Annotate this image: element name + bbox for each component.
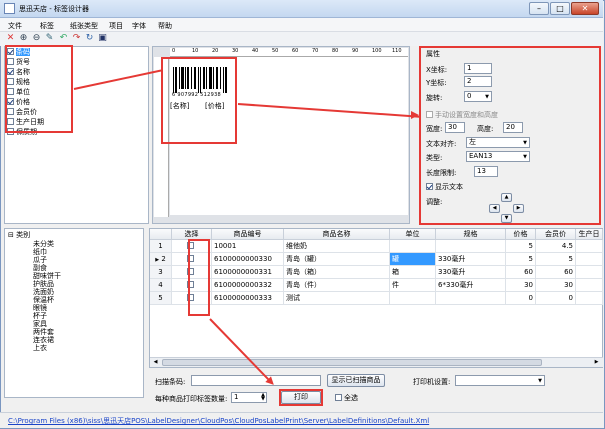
highlight-box-barcode <box>161 57 237 144</box>
product-grid: 选择 商品编号 商品名称 单位 规格 价格 会员价 生产日 1 10001 维他… <box>149 228 603 368</box>
scrollbar-thumb[interactable] <box>162 359 542 366</box>
ruler-mark: 110 <box>392 48 402 54</box>
save-icon[interactable]: ▣ <box>97 33 108 44</box>
maximize-button[interactable]: □ <box>550 2 570 15</box>
tree-item[interactable]: 保温杯 <box>33 296 54 304</box>
tree-root[interactable]: ⊟ 类别 <box>8 231 30 239</box>
copies-label: 每种商品打印标签数量: <box>155 395 228 403</box>
category-tree: ⊟ 类别 未分类 纸巾 瓜子 副食 甜味饼干 护肤品 洗面奶 保温杯 眼镜 杯子… <box>4 228 144 398</box>
tree-item[interactable]: 眼镜 <box>33 304 47 312</box>
copies-input[interactable]: 1 ▲ ▼ <box>231 392 267 403</box>
status-bar: C:\Program Files (x86)\siss\思迅天店POS\Labe… <box>0 412 603 428</box>
tree-item[interactable]: 副食 <box>33 264 47 272</box>
menu-label[interactable]: 标签 <box>40 21 54 31</box>
menu-file[interactable]: 文件 <box>8 21 22 31</box>
select-all-checkbox[interactable]: 全选 <box>335 393 358 403</box>
tree-item[interactable]: 甜味饼干 <box>33 272 61 280</box>
menu-font[interactable]: 字体 <box>132 21 146 31</box>
table-row[interactable]: 3 6100000000331 青岛（箱） 箱 330毫升 60 60 <box>150 266 603 279</box>
menu-help[interactable]: 帮助 <box>158 21 172 31</box>
undo-icon[interactable]: ↶ <box>58 33 69 44</box>
column-header-price[interactable]: 价格 <box>506 229 536 240</box>
zoom-in-icon[interactable]: ⊕ <box>18 33 29 44</box>
ruler-mark: 30 <box>232 48 239 54</box>
arrow-head-icon <box>411 111 419 119</box>
table-row[interactable]: 4 6100000000332 青岛（件） 件 6*330毫升 30 30 <box>150 279 603 292</box>
menu-bar: 文件 标签 纸张类型 项目 字体 帮助 <box>0 18 603 32</box>
horizontal-scrollbar[interactable]: ◀ ▶ <box>150 357 603 367</box>
ruler-mark: 70 <box>312 48 319 54</box>
ruler-mark: 20 <box>212 48 219 54</box>
ruler-mark: 90 <box>352 48 359 54</box>
show-scanned-button[interactable]: 显示已扫描商品 <box>327 374 385 387</box>
minimize-button[interactable]: – <box>529 2 549 15</box>
highlight-box-fields <box>5 45 73 133</box>
refresh-icon[interactable]: ↻ <box>84 33 95 44</box>
tree-item[interactable]: 家具 <box>33 320 47 328</box>
printer-select[interactable] <box>455 375 545 386</box>
ruler-mark: 10 <box>192 48 199 54</box>
current-row-icon: ▶ <box>155 257 160 263</box>
scroll-right-icon[interactable]: ▶ <box>592 359 601 366</box>
delete-icon[interactable]: ✕ <box>5 33 16 44</box>
scan-barcode-input[interactable] <box>191 375 321 386</box>
highlight-box-print <box>279 389 323 406</box>
ruler-mark: 50 <box>272 48 279 54</box>
menu-item[interactable]: 项目 <box>109 21 123 31</box>
pen-icon[interactable]: ✎ <box>44 33 55 44</box>
menu-paper-type[interactable]: 纸张类型 <box>70 21 98 31</box>
tree-item[interactable]: 洗面奶 <box>33 288 54 296</box>
close-button[interactable]: ✕ <box>571 2 599 15</box>
window-title: 思迅天店 - 标签设计器 <box>19 5 89 13</box>
highlight-box-properties <box>419 46 601 225</box>
table-row[interactable]: 1 10001 维他奶 5 4.5 <box>150 240 603 253</box>
ruler-mark: 40 <box>252 48 259 54</box>
app-icon <box>4 3 15 14</box>
scroll-left-icon[interactable]: ◀ <box>151 359 160 366</box>
tree-item[interactable]: 未分类 <box>33 240 54 248</box>
column-header-name[interactable]: 商品名称 <box>284 229 390 240</box>
ruler-mark: 100 <box>372 48 382 54</box>
tree-item[interactable]: 杯子 <box>33 312 47 320</box>
title-bar: 思迅天店 - 标签设计器 – □ ✕ <box>0 0 603 18</box>
tree-item[interactable]: 上衣 <box>33 344 47 352</box>
tree-item[interactable]: 护肤品 <box>33 280 54 288</box>
highlight-box-select-column <box>188 239 210 316</box>
column-header-spec[interactable]: 规格 <box>436 229 506 240</box>
horizontal-ruler: 0 10 20 30 40 50 60 70 80 90 100 110 <box>170 48 408 57</box>
printer-label: 打印机设置: <box>413 378 451 386</box>
ruler-mark: 80 <box>332 48 339 54</box>
table-row[interactable]: ▶ 2 6100000000330 青岛（罐） 罐 330毫升 5 5 <box>150 253 603 266</box>
tree-item[interactable]: 瓜子 <box>33 256 47 264</box>
tree-item[interactable]: 连衣裙 <box>33 336 54 344</box>
checkbox[interactable] <box>335 394 342 401</box>
spinner-icon[interactable]: ▲ ▼ <box>261 393 265 402</box>
definition-file-link[interactable]: C:\Program Files (x86)\siss\思迅天店POS\Labe… <box>8 416 429 426</box>
column-header-unit[interactable]: 单位 <box>390 229 436 240</box>
column-header-member-price[interactable]: 会员价 <box>536 229 576 240</box>
column-header-code[interactable]: 商品编号 <box>212 229 284 240</box>
zoom-out-icon[interactable]: ⊖ <box>31 33 42 44</box>
ruler-mark: 0 <box>172 48 176 54</box>
tree-item[interactable]: 两件套 <box>33 328 54 336</box>
column-header-production-date[interactable]: 生产日 <box>576 229 603 240</box>
tree-item[interactable]: 纸巾 <box>33 248 47 256</box>
toolbar: ✕ ⊕ ⊖ ✎ ↶ ↷ ↻ ▣ <box>0 32 603 46</box>
column-header-index <box>150 229 172 240</box>
redo-icon[interactable]: ↷ <box>71 33 82 44</box>
ruler-mark: 60 <box>292 48 299 54</box>
table-row[interactable]: 5 6100000000333 测试 0 0 <box>150 292 603 305</box>
scan-label: 扫描条码: <box>155 378 186 386</box>
